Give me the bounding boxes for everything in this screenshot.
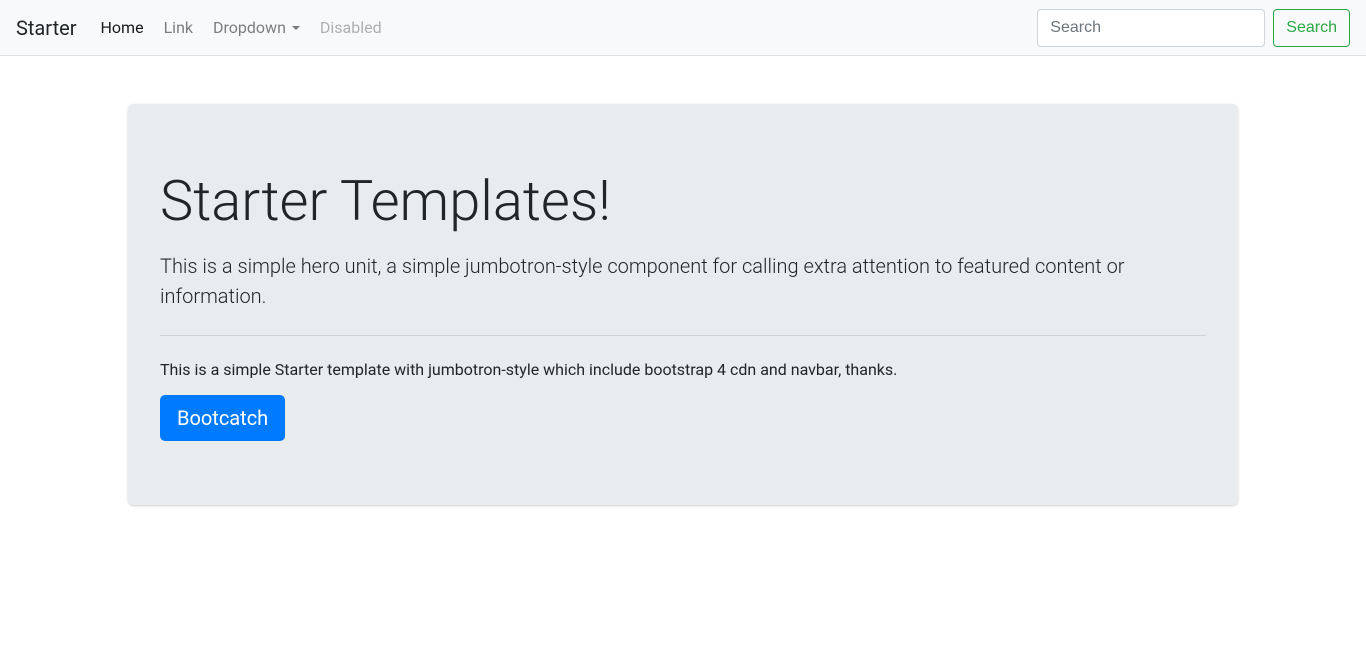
search-button[interactable]: Search [1273, 9, 1350, 47]
nav-link-disabled: Disabled [312, 10, 390, 45]
navbar-brand[interactable]: Starter [16, 16, 77, 40]
chevron-down-icon [292, 26, 300, 30]
navbar: Starter Home Link Dropdown Disabled Sear… [0, 0, 1366, 56]
nav-link-link[interactable]: Link [156, 10, 201, 45]
nav-item-disabled: Disabled [312, 10, 390, 45]
nav-link-dropdown[interactable]: Dropdown [205, 10, 308, 45]
nav-link-home[interactable]: Home [93, 10, 152, 45]
nav-item-dropdown: Dropdown [205, 10, 308, 45]
jumbotron-title: Starter Templates! [160, 168, 1206, 235]
nav-item-home: Home [93, 10, 152, 45]
nav-link-dropdown-label: Dropdown [213, 18, 286, 37]
navbar-nav: Home Link Dropdown Disabled [93, 10, 1038, 45]
jumbotron: Starter Templates! This is a simple hero… [128, 104, 1238, 505]
jumbotron-divider [160, 335, 1206, 336]
jumbotron-text: This is a simple Starter template with j… [160, 360, 1206, 379]
main-container: Starter Templates! This is a simple hero… [128, 56, 1238, 505]
search-form: Search [1037, 9, 1350, 47]
search-input[interactable] [1037, 9, 1265, 47]
bootcatch-button[interactable]: Bootcatch [160, 395, 285, 441]
nav-item-link: Link [156, 10, 201, 45]
jumbotron-lead: This is a simple hero unit, a simple jum… [160, 251, 1206, 311]
